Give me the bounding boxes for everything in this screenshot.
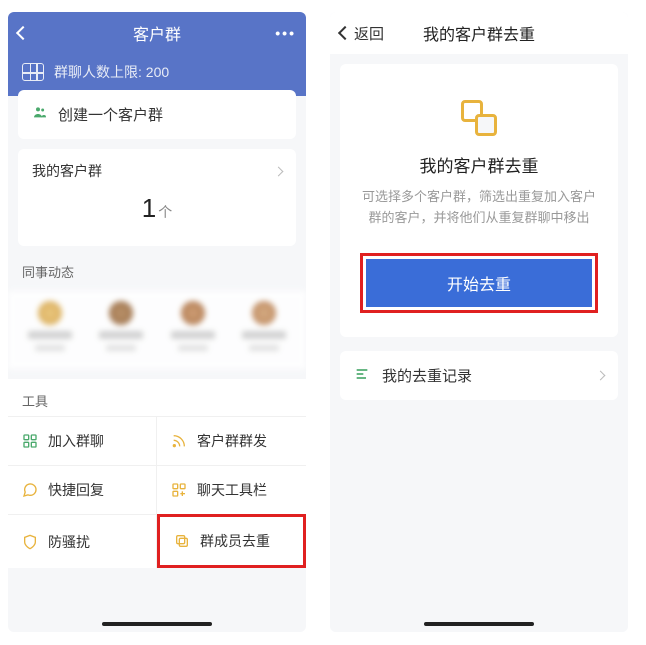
list-icon	[354, 366, 370, 385]
tool-quick-reply[interactable]: 快捷回复	[8, 465, 157, 514]
tool-dedup-members[interactable]: 群成员去重	[157, 514, 306, 568]
tool-join-group[interactable]: 加入群聊	[8, 416, 157, 465]
my-group-header: 我的客户群	[18, 149, 296, 189]
group-count: 1个	[18, 189, 296, 232]
tool-broadcast[interactable]: 客户群群发	[157, 416, 306, 465]
dedup-icon	[174, 533, 190, 549]
more-button[interactable]: •••	[275, 25, 296, 41]
colleague-item[interactable]	[18, 301, 82, 351]
header: 客户群 ••• 群聊人数上限: 200	[8, 12, 306, 96]
start-button-highlight: 开始去重	[360, 253, 598, 313]
colleague-item[interactable]	[233, 301, 297, 351]
chevron-right-icon	[596, 370, 606, 380]
home-indicator	[424, 622, 534, 626]
grid-icon	[22, 63, 44, 81]
dedup-description: 可选择多个客户群，筛选出重复加入客户群的客户，并将他们从重复群聊中移出	[360, 187, 598, 229]
start-dedup-button[interactable]: 开始去重	[366, 259, 592, 307]
nav-bar: 返回 我的客户群去重	[330, 12, 628, 54]
body: 我的客户群去重 可选择多个客户群，筛选出重复加入客户群的客户，并将他们从重复群聊…	[330, 54, 628, 632]
record-label: 我的去重记录	[382, 365, 472, 386]
avatar	[181, 301, 205, 325]
chevron-left-icon	[16, 26, 30, 40]
avatar	[109, 301, 133, 325]
toolbar-icon	[171, 482, 187, 498]
broadcast-icon	[171, 433, 187, 449]
avatar	[38, 301, 62, 325]
dedup-large-icon	[461, 100, 497, 136]
dedup-records-row[interactable]: 我的去重记录	[340, 351, 618, 400]
chevron-left-icon	[338, 26, 352, 40]
phone-right: 返回 我的客户群去重 我的客户群去重 可选择多个客户群，筛选出重复加入客户群的客…	[330, 12, 628, 632]
tool-chat-toolbar[interactable]: 聊天工具栏	[157, 465, 306, 514]
page-title: 客户群	[8, 21, 306, 45]
create-group-button[interactable]: 创建一个客户群	[18, 90, 296, 139]
tool-anti-harass[interactable]: 防骚扰	[8, 514, 157, 568]
colleague-row	[8, 291, 306, 369]
my-group-label: 我的客户群	[32, 161, 102, 181]
chevron-right-icon	[274, 166, 284, 176]
people-icon	[32, 104, 48, 125]
back-button[interactable]	[18, 28, 32, 38]
colleague-item[interactable]	[90, 301, 154, 351]
shield-icon	[22, 534, 38, 550]
nav-bar: 客户群 •••	[8, 12, 306, 54]
join-group-icon	[22, 433, 38, 449]
tools-section-label: 工具	[8, 379, 306, 416]
dedup-card: 我的客户群去重 可选择多个客户群，筛选出重复加入客户群的客户，并将他们从重复群聊…	[340, 64, 618, 337]
tools-grid: 加入群聊 客户群群发 快捷回复 聊天工具栏 防骚扰 群成员去重	[8, 416, 306, 568]
dedup-title: 我的客户群去重	[360, 152, 598, 177]
phone-left: 客户群 ••• 群聊人数上限: 200 创建一个客户群 我的客户群 1个 同事动…	[8, 12, 306, 632]
quick-reply-icon	[22, 482, 38, 498]
back-button[interactable]: 返回	[340, 23, 384, 44]
home-indicator	[102, 622, 212, 626]
limit-text: 群聊人数上限: 200	[54, 62, 169, 82]
create-group-label: 创建一个客户群	[58, 104, 163, 125]
colleague-section-label: 同事动态	[8, 256, 306, 287]
colleague-item[interactable]	[161, 301, 225, 351]
my-group-card[interactable]: 我的客户群 1个	[18, 149, 296, 246]
avatar	[252, 301, 276, 325]
